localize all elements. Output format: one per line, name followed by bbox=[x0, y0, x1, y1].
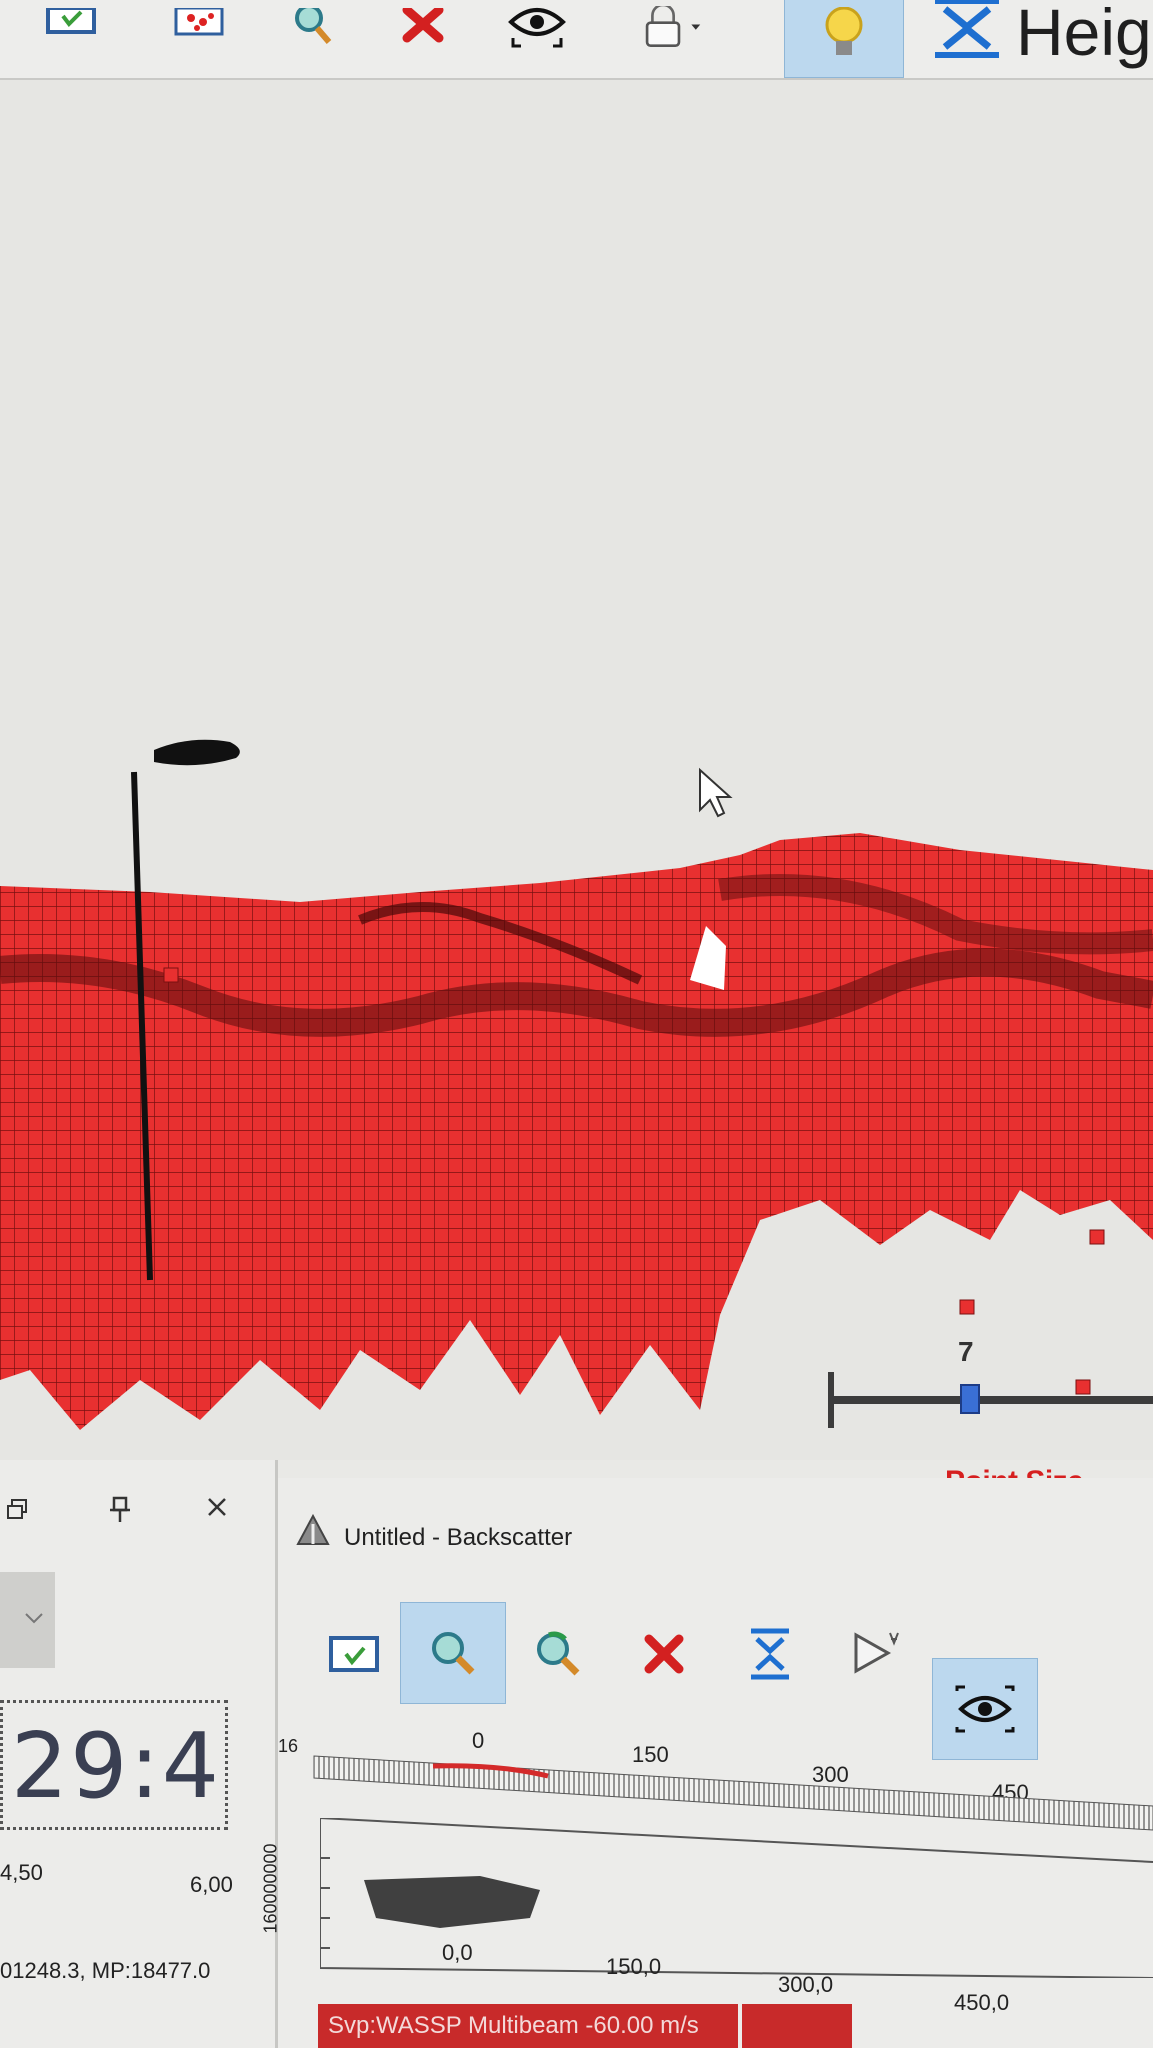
delete-button[interactable] bbox=[392, 2, 454, 54]
slider-thumb[interactable] bbox=[960, 1384, 980, 1414]
red-x-icon bbox=[644, 1634, 684, 1674]
close-panel-button[interactable] bbox=[206, 1496, 228, 1523]
clock-axis-label: 4,50 bbox=[0, 1860, 43, 1885]
red-dots-icon bbox=[174, 8, 224, 36]
point-cloud-render bbox=[0, 739, 1153, 1430]
slider-tick bbox=[828, 1372, 834, 1428]
bs-select-frame-button[interactable] bbox=[302, 1604, 406, 1704]
clock-display: 29:4 bbox=[0, 1700, 228, 1830]
pin-button[interactable] bbox=[108, 1496, 132, 1529]
chevron-down-icon bbox=[25, 1613, 43, 1624]
padlock-icon bbox=[645, 6, 701, 48]
status-indicator bbox=[742, 2004, 852, 2048]
eye-icon bbox=[955, 1685, 1015, 1733]
height-mode-button[interactable] bbox=[922, 0, 1012, 58]
red-x-icon bbox=[402, 8, 444, 43]
close-icon bbox=[208, 1498, 226, 1516]
bottom-scale-label: 300,0 bbox=[778, 1972, 834, 1997]
restore-icon bbox=[7, 1499, 27, 1519]
points-filter-button[interactable] bbox=[168, 2, 230, 54]
visibility-button[interactable] bbox=[506, 2, 568, 54]
bottom-scale-label: 0,0 bbox=[442, 1940, 473, 1965]
magnifier-icon bbox=[432, 1632, 475, 1675]
bottom-scale-label: 150,0 bbox=[606, 1954, 662, 1979]
checkbox-frame-icon bbox=[329, 1636, 379, 1672]
pin-icon bbox=[110, 1496, 130, 1522]
bs-annotate-button[interactable] bbox=[824, 1604, 928, 1704]
main-toolbar: Heig bbox=[0, 0, 1153, 80]
3d-point-cloud-view[interactable] bbox=[0, 80, 1153, 1460]
triangle-text-icon bbox=[854, 1632, 899, 1674]
bottom-scale-label: 450,0 bbox=[954, 1990, 1010, 2015]
svp-status: Svp:WASSP Multibeam -60.00 m/s bbox=[318, 2004, 738, 2048]
magnifier-icon bbox=[295, 8, 332, 44]
backscatter-panel: Untitled - Backscatter 16 0 150 300 450 bbox=[261, 1478, 1153, 2048]
lightbulb-icon bbox=[825, 7, 863, 55]
height-icon bbox=[751, 1628, 789, 1680]
restore-window-button[interactable] bbox=[6, 1498, 30, 1527]
point-size-value: 7 bbox=[958, 1336, 974, 1367]
side-axis-label: 160000000 bbox=[260, 1843, 281, 1934]
point-size-slider[interactable] bbox=[828, 1370, 1153, 1430]
select-frame-button[interactable] bbox=[40, 2, 102, 54]
zoom-button[interactable] bbox=[280, 2, 342, 54]
clock-axis-label: 6,00 bbox=[190, 1872, 233, 1897]
lock-dropdown-button[interactable] bbox=[640, 2, 702, 54]
eye-icon bbox=[508, 8, 566, 48]
highlight-toggle-button[interactable] bbox=[784, 0, 904, 78]
slider-track bbox=[828, 1396, 1153, 1404]
bs-height-button[interactable] bbox=[718, 1604, 822, 1704]
bs-delete-button[interactable] bbox=[612, 1604, 716, 1704]
bs-zoom-button[interactable] bbox=[400, 1602, 506, 1704]
bs-zoom-extent-button[interactable] bbox=[506, 1604, 610, 1704]
height-mode-label: Heig bbox=[1016, 0, 1152, 69]
height-icon bbox=[935, 0, 999, 58]
panel-title: Untitled - Backscatter bbox=[344, 1524, 573, 1551]
magnifier-refresh-icon bbox=[537, 1631, 580, 1676]
checkbox-frame-icon bbox=[46, 8, 96, 34]
panel-dropdown[interactable] bbox=[0, 1572, 55, 1668]
backscatter-app-icon bbox=[296, 1514, 330, 1545]
position-status: 01248.3, MP:18477.0 bbox=[0, 1958, 211, 1983]
